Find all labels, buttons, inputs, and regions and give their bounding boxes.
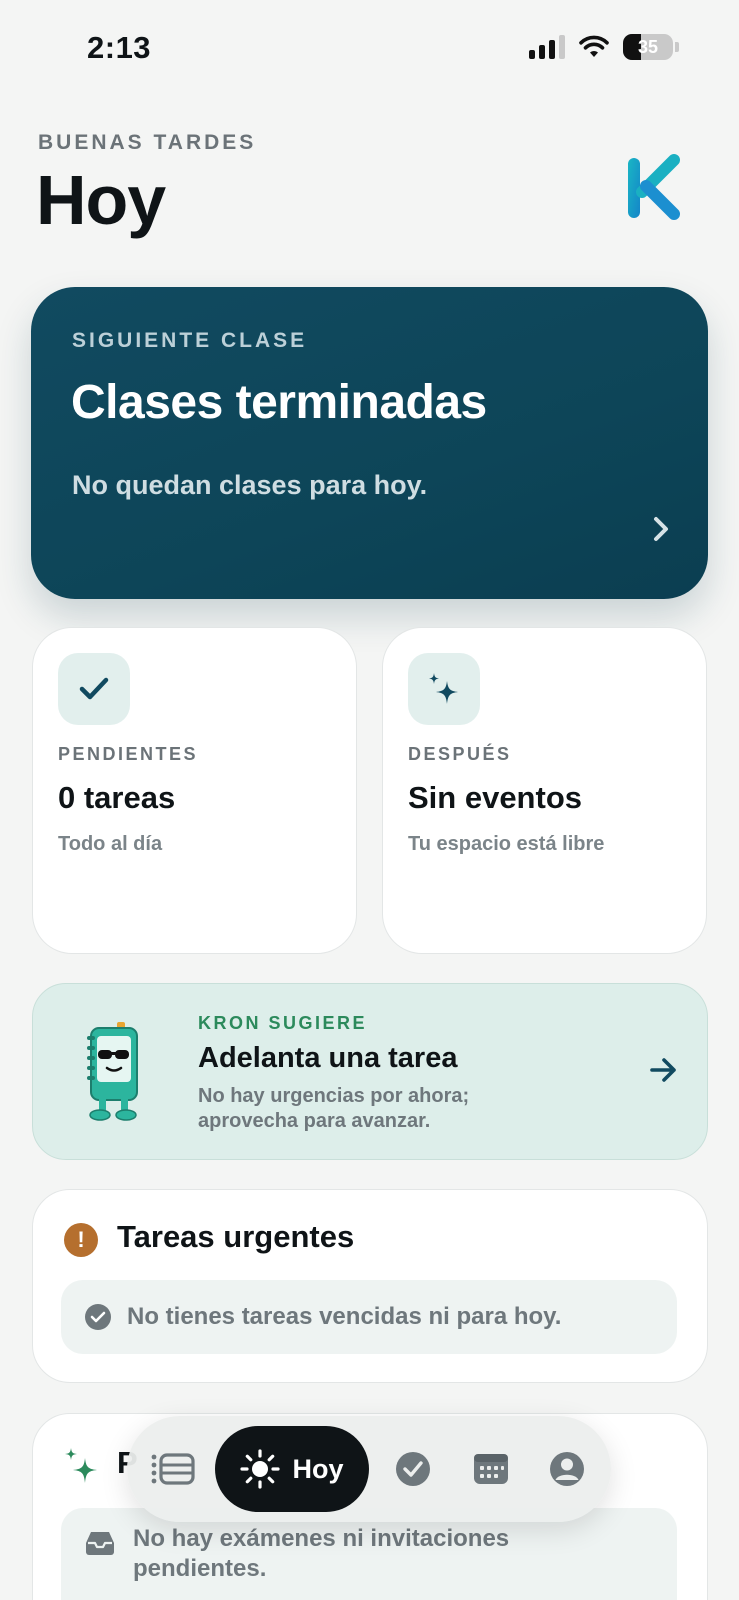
sparkle-icon — [429, 673, 458, 704]
status-icons: 35 — [529, 34, 679, 60]
check-circle-icon — [85, 1304, 111, 1330]
tab-today[interactable]: Hoy — [215, 1426, 369, 1512]
suggestion-kicker: KRON SUGIERE — [198, 1013, 368, 1033]
wifi-icon — [579, 35, 609, 57]
kron-mascot-icon — [87, 1022, 138, 1121]
sparkle-icon — [65, 1448, 97, 1483]
after-events-card[interactable]: DESPUÉS Sin eventos Tu espacio está libr… — [382, 627, 707, 954]
urgent-tasks-card[interactable]: ! Tareas urgentes No tienes tareas venci… — [32, 1189, 708, 1383]
today-screen: 2:13 35 BUENAS TARDES Hoy SIGUIENTE CLAS… — [0, 0, 739, 1600]
kron-logo-icon[interactable] — [628, 152, 690, 224]
schedule-icon — [151, 1453, 195, 1485]
battery-indicator: 35 — [623, 34, 679, 60]
pending-icon-box — [58, 653, 130, 725]
battery-level: 35 — [637, 36, 659, 57]
check-icon — [79, 677, 109, 700]
after-note: Tu espacio está libre — [408, 833, 605, 855]
next-class-title: Clases terminadas — [71, 376, 487, 429]
tab-profile[interactable] — [537, 1416, 597, 1522]
tab-calendar[interactable] — [461, 1416, 521, 1522]
status-bar: 2:13 35 — [0, 0, 739, 100]
battery-cap — [675, 42, 679, 52]
profile-icon — [550, 1452, 584, 1486]
inbox-tray-icon — [86, 1532, 114, 1555]
urgent-tasks-empty-text: No tienes tareas vencidas ni para hoy. — [127, 1303, 562, 1330]
pending-tasks-card[interactable]: PENDIENTES 0 tareas Todo al día — [32, 627, 357, 954]
next-class-kicker: SIGUIENTE CLASE — [72, 329, 308, 352]
chevron-right-icon — [654, 517, 668, 541]
exams-empty-text: No hay exámenes ni invitaciones pendient… — [133, 1525, 510, 1582]
after-icon-box — [408, 653, 480, 725]
suggestion-description: No hay urgencias por ahora; aprovecha pa… — [198, 1085, 470, 1132]
status-time: 2:13 — [87, 30, 152, 65]
next-class-subtitle: No quedan clases para hoy. — [72, 470, 428, 500]
pending-value: 0 tareas — [58, 780, 176, 815]
tab-today-label: Hoy — [292, 1453, 344, 1484]
bottom-tab-bar: Hoy — [127, 1416, 611, 1522]
after-value: Sin eventos — [408, 780, 582, 815]
page-title: Hoy — [36, 161, 166, 239]
tab-schedule[interactable] — [143, 1416, 203, 1522]
pending-kicker: PENDIENTES — [58, 744, 199, 764]
greeting: BUENAS TARDES — [38, 131, 257, 154]
arrow-right-icon — [650, 1058, 676, 1082]
check-circle-icon — [396, 1452, 430, 1486]
kron-suggestion-card[interactable]: KRON SUGIERE Adelanta una tarea No hay u… — [32, 983, 708, 1160]
urgent-tasks-empty-state: No tienes tareas vencidas ni para hoy. — [61, 1280, 677, 1354]
sun-icon — [240, 1449, 281, 1489]
warning-icon: ! — [64, 1223, 98, 1257]
cellular-signal-icon — [529, 35, 565, 59]
tab-tasks[interactable] — [385, 1416, 441, 1522]
after-kicker: DESPUÉS — [408, 744, 512, 764]
calendar-icon — [474, 1454, 508, 1484]
pending-note: Todo al día — [58, 833, 163, 855]
urgent-tasks-title: Tareas urgentes — [117, 1219, 355, 1254]
next-class-card[interactable]: SIGUIENTE CLASE Clases terminadas No que… — [31, 287, 708, 599]
suggestion-title: Adelanta una tarea — [198, 1042, 458, 1074]
